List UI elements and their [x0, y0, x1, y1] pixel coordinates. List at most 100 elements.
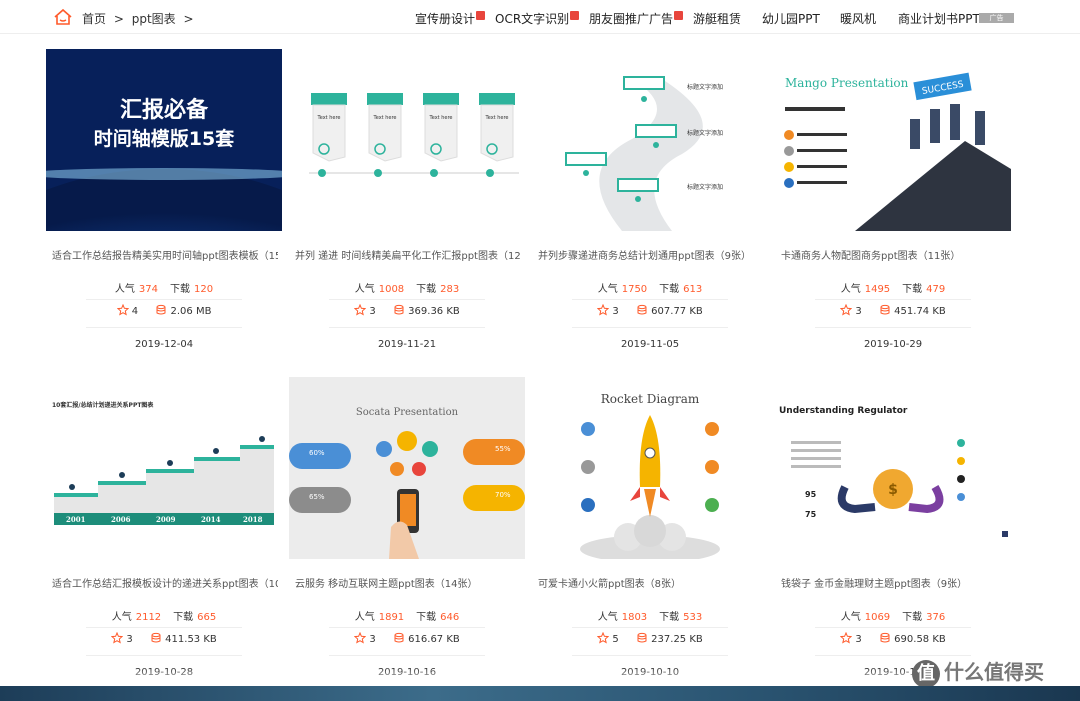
- file-size: 607.77 KB: [651, 306, 703, 317]
- card-title[interactable]: 并列步骤递进商务总结计划通用ppt图表（9张）: [538, 247, 764, 262]
- star-count: 3: [612, 306, 619, 317]
- thumbnail[interactable]: Socata Presentation 60% 65% 55% 70%: [289, 377, 525, 559]
- template-card[interactable]: 标题文字添加 标题文字添加 标题文字添加 并列步骤递进商务总结计划通用ppt图表（9…: [532, 49, 768, 350]
- star-count: 4: [131, 306, 139, 317]
- breadcrumb: 首页 > ppt图表 >: [82, 10, 198, 27]
- ad-label: 广告: [979, 13, 1014, 23]
- card-date: 2019-10-29: [863, 339, 923, 350]
- star-count: 3: [855, 634, 862, 645]
- card-stats: 人气 1495 下载 479: [840, 284, 946, 295]
- svg-text:Text here: Text here: [429, 115, 453, 121]
- thumbnail[interactable]: 10套汇报/总结计划递进关系PPT图表 2001 2006 2009 2014 2018: [46, 377, 282, 559]
- download-count: 533: [683, 612, 703, 623]
- svg-text:60%: 60%: [309, 449, 325, 457]
- nav-link-business-plan[interactable]: 商业计划书PPT: [898, 10, 980, 27]
- coin-icon: [156, 304, 166, 315]
- svg-text:10套汇报/总结计划递进关系PPT图表: 10套汇报/总结计划递进关系PPT图表: [52, 401, 154, 409]
- popularity-count: 1891: [378, 612, 405, 623]
- popularity-count: 1750: [621, 284, 648, 295]
- card-stats: 人气 2112 下载 665: [111, 612, 217, 623]
- hot-badge-icon: [674, 11, 684, 20]
- svg-text:$: $: [888, 482, 898, 498]
- popularity-count: 1069: [864, 612, 891, 623]
- hot-badge-icon: [476, 11, 486, 20]
- svg-text:2009: 2009: [156, 515, 176, 524]
- star-icon: [111, 632, 124, 644]
- thumbnail[interactable]: 汇报必备 时间轴模版15套: [46, 49, 282, 231]
- coin-icon: [880, 304, 890, 315]
- card-meta: 3 607.77 KB: [532, 304, 768, 317]
- star-icon: [116, 304, 129, 316]
- svg-text:标题文字添加: 标题文字添加: [687, 83, 723, 91]
- nav-link-heater[interactable]: 暖风机: [840, 10, 876, 27]
- svg-text:Understanding Regulator: Understanding Regulator: [779, 406, 908, 416]
- svg-text:2006: 2006: [111, 515, 131, 524]
- svg-text:Mango Presentation: Mango Presentation: [785, 76, 909, 90]
- breadcrumb-section[interactable]: ppt图表: [132, 12, 176, 26]
- card-meta: 5 237.25 KB: [532, 632, 768, 645]
- site-watermark: 值什么值得买: [912, 656, 1044, 688]
- card-title[interactable]: 卡通商务人物配图商务ppt图表（11张）: [781, 247, 1007, 262]
- svg-text:Socata Presentation: Socata Presentation: [356, 407, 459, 418]
- svg-text:标题文字添加: 标题文字添加: [687, 183, 723, 191]
- star-icon: [597, 632, 610, 644]
- popularity-count: 1495: [864, 284, 891, 295]
- card-meta: 3 451.74 KB: [775, 304, 1011, 317]
- card-meta: 3 411.53 KB: [46, 632, 282, 645]
- download-count: 376: [926, 612, 946, 623]
- file-size: 690.58 KB: [894, 634, 946, 645]
- coin-icon: [637, 304, 647, 315]
- nav-link-moments-ad[interactable]: 朋友圈推广广告: [589, 10, 684, 27]
- svg-text:2018: 2018: [243, 515, 263, 524]
- coin-icon: [637, 632, 647, 643]
- star-count: 3: [369, 634, 376, 645]
- breadcrumb-home[interactable]: 首页: [82, 12, 106, 26]
- star-icon: [597, 304, 610, 316]
- download-count: 613: [683, 284, 703, 295]
- template-card[interactable]: 10套汇报/总结计划递进关系PPT图表 2001 2006 2009 2014 2018…: [46, 377, 282, 678]
- template-card[interactable]: Rocket Diagram 可爱卡通小火箭ppt图表（8张） 人气 1803 下载…: [532, 377, 768, 678]
- thumbnail[interactable]: Text here Text here Text here Text here: [289, 49, 525, 231]
- breadcrumb-separator: >: [113, 12, 124, 26]
- nav-link-brochure[interactable]: 宣传册设计: [415, 10, 486, 27]
- template-card[interactable]: Socata Presentation 60% 65% 55% 70% 云服务 移动互…: [289, 377, 525, 678]
- template-card[interactable]: Text here Text here Text here Text here 并列 …: [289, 49, 525, 350]
- card-stats: 人气 1069 下载 376: [840, 612, 946, 623]
- file-size: 237.25 KB: [651, 634, 703, 645]
- download-count: 646: [440, 612, 460, 623]
- star-icon: [840, 304, 853, 316]
- thumbnail[interactable]: Understanding Regulator 95 75 $: [775, 377, 1011, 559]
- card-meta: 3 616.67 KB: [289, 632, 525, 645]
- template-card[interactable]: 汇报必备 时间轴模版15套 适合工作总结报告精美实用时间轴ppt图表模板（15 …: [46, 49, 282, 350]
- card-title[interactable]: 云服务 移动互联网主题ppt图表（14张）: [295, 575, 521, 590]
- card-title[interactable]: 适合工作总结报告精美实用时间轴ppt图表模板（15: [52, 247, 278, 262]
- star-count: 3: [369, 306, 376, 317]
- card-title[interactable]: 并列 递进 时间线精美扁平化工作汇报ppt图表（12张: [295, 247, 521, 262]
- svg-text:65%: 65%: [309, 493, 325, 501]
- coin-icon: [394, 632, 404, 643]
- thumbnail[interactable]: 标题文字添加 标题文字添加 标题文字添加: [532, 49, 768, 231]
- file-size: 369.36 KB: [408, 306, 460, 317]
- file-size: 616.67 KB: [408, 634, 460, 645]
- card-title[interactable]: 适合工作总结汇报模板设计的递进关系ppt图表（10: [52, 575, 278, 590]
- thumbnail[interactable]: Rocket Diagram: [532, 377, 768, 559]
- nav-link-ocr[interactable]: OCR文字识别: [495, 10, 580, 27]
- thumb-heading: 汇报必备: [120, 97, 209, 123]
- top-bar: 首页 > ppt图表 > 宣传册设计 OCR文字识别 朋友圈推广广告 游艇租赁 …: [0, 0, 1080, 34]
- popularity-count: 1008: [378, 284, 405, 295]
- card-title[interactable]: 钱袋子 金币金融理财主题ppt图表（9张）: [781, 575, 1007, 590]
- star-icon: [840, 632, 853, 644]
- breadcrumb-separator: >: [183, 12, 194, 26]
- template-card[interactable]: Mango Presentation SUCCESS 卡通商务人物配图商务ppt…: [775, 49, 1011, 350]
- card-date: 2019-11-05: [620, 339, 680, 350]
- nav-link-yacht[interactable]: 游艇租赁: [693, 10, 741, 27]
- taskbar: [0, 686, 1080, 701]
- svg-text:95: 95: [805, 490, 817, 499]
- card-title[interactable]: 可爱卡通小火箭ppt图表（8张）: [538, 575, 764, 590]
- thumbnail[interactable]: Mango Presentation SUCCESS: [775, 49, 1011, 231]
- template-card[interactable]: Understanding Regulator 95 75 $ 钱袋子 金币金融理…: [775, 377, 1011, 678]
- nav-link-kindergarten[interactable]: 幼儿园PPT: [762, 10, 820, 27]
- home-icon[interactable]: [53, 8, 73, 26]
- star-icon: [354, 304, 367, 316]
- coin-icon: [880, 632, 890, 643]
